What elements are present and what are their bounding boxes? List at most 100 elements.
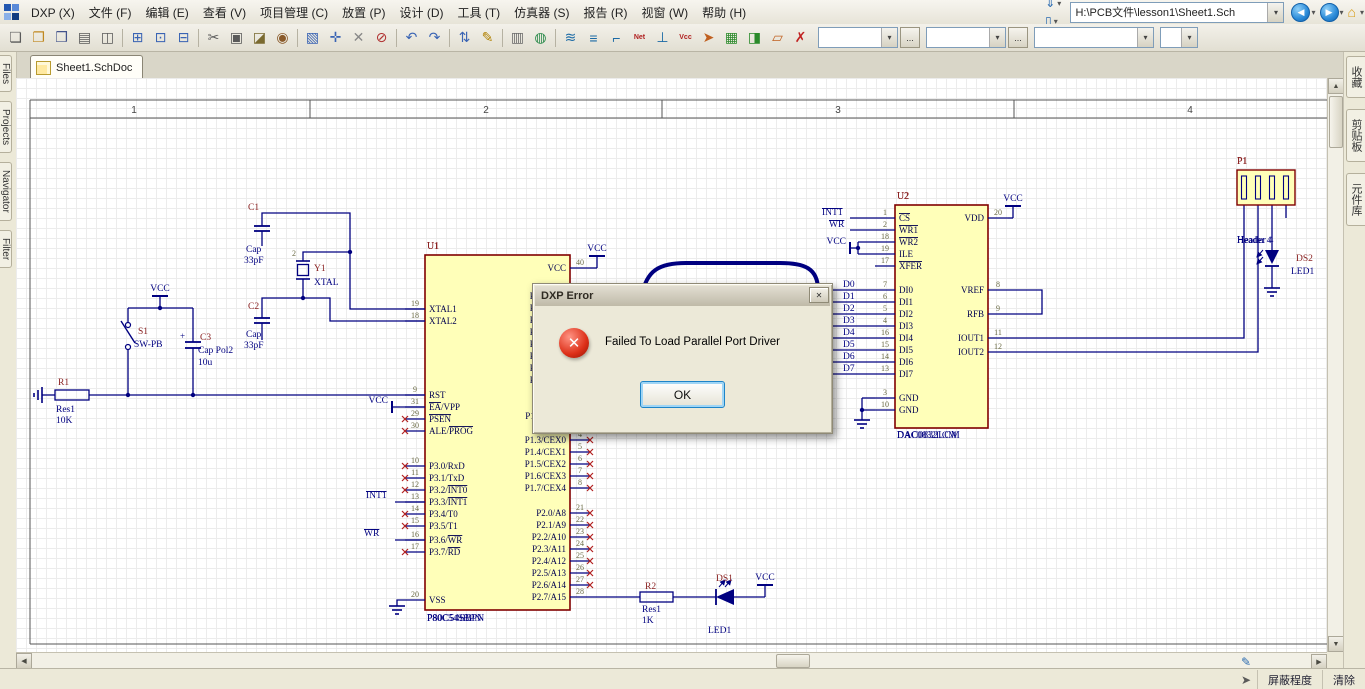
menu-dxp[interactable]: DXP (X) (24, 3, 82, 23)
select-area-icon[interactable]: ▧ (301, 26, 324, 49)
clear-button[interactable]: 清除 (1322, 670, 1365, 689)
svg-text:2: 2 (292, 249, 296, 258)
forward-dropdown-icon[interactable]: ▾ (1340, 8, 1344, 17)
place-net-label-icon[interactable]: Net (628, 26, 651, 49)
mask-edit-icon[interactable]: ✎ (1236, 653, 1256, 671)
place-port-icon[interactable]: ▱ (766, 26, 789, 49)
forward-button[interactable]: ▶ (1320, 3, 1339, 22)
menu-edit[interactable]: 编辑 (E) (138, 3, 195, 23)
help-icon[interactable]: ◍ (529, 26, 552, 49)
menu-reports[interactable]: 报告 (R) (577, 3, 635, 23)
svg-text:P2.2/A10: P2.2/A10 (532, 532, 567, 542)
left-panel-tab-projects[interactable]: Projects (0, 101, 12, 153)
filter-combo-1-browse-button[interactable]: ... (900, 27, 920, 48)
place-sheet-entry-icon[interactable]: ◨ (743, 26, 766, 49)
print-preview-icon[interactable]: ◫ (96, 26, 119, 49)
copy-icon[interactable]: ▣ (225, 26, 248, 49)
chevron-down-icon[interactable]: ▾ (1267, 3, 1283, 22)
filter-combo-1[interactable]: ▾ (818, 27, 898, 48)
rubber-stamp-icon[interactable]: ◉ (271, 26, 294, 49)
place-gnd-power-port-icon[interactable]: ⊥ (651, 26, 674, 49)
cross-probe-icon[interactable]: ✎ (476, 26, 499, 49)
menu-view[interactable]: 查看 (V) (196, 3, 253, 23)
place-part-icon[interactable]: ➤ (697, 26, 720, 49)
menu-window[interactable]: 视窗 (W) (635, 3, 696, 23)
chevron-down-icon[interactable]: ▾ (989, 28, 1005, 47)
menu-file[interactable]: 文件 (F) (82, 3, 139, 23)
chevron-down-icon[interactable]: ▾ (881, 28, 897, 47)
chevron-down-icon[interactable]: ▾ (1181, 28, 1197, 47)
menu-design[interactable]: 设计 (D) (393, 3, 451, 23)
cut-icon[interactable]: ✂ (202, 26, 225, 49)
print-icon[interactable]: ▤ (73, 26, 96, 49)
move-selection-icon[interactable]: ✛ (324, 26, 347, 49)
clear-filter-icon[interactable]: ⊘ (370, 26, 393, 49)
home-icon[interactable]: ⌂ (1348, 4, 1356, 20)
zoom-fit-document-icon[interactable]: ⊞ (126, 26, 149, 49)
scroll-left-icon[interactable]: ◀ (16, 653, 32, 669)
undo-icon[interactable]: ↶ (400, 26, 423, 49)
filter-combo-3[interactable]: ▾ (1034, 27, 1154, 48)
menu-simulator[interactable]: 仿真器 (S) (507, 3, 576, 23)
navigation-toolbar-toggle-icon: ⇓ (1045, 0, 1055, 10)
menu-project[interactable]: 项目管理 (C) (253, 3, 335, 23)
svg-text:RFB: RFB (967, 309, 984, 319)
redo-icon[interactable]: ↷ (423, 26, 446, 49)
back-button[interactable]: ◀ (1291, 3, 1310, 22)
dialog-title-bar[interactable]: DXP Error (535, 286, 830, 306)
place-bus-entry-icon[interactable]: ⌐ (605, 26, 628, 49)
save-document-icon[interactable]: ❒ (50, 26, 73, 49)
right-panel-tab-2[interactable]: 元件库 (1346, 173, 1365, 226)
filter-combo-4[interactable]: ▾ (1160, 27, 1198, 48)
scroll-down-icon[interactable]: ▼ (1328, 636, 1344, 652)
home-dropdown-icon[interactable]: ▾ (1360, 8, 1364, 17)
svg-text:9: 9 (996, 304, 1000, 313)
ok-button[interactable]: OK (640, 381, 725, 408)
menu-help[interactable]: 帮助 (H) (695, 3, 753, 23)
place-wire-icon[interactable]: ≋ (559, 26, 582, 49)
back-dropdown-icon[interactable]: ▾ (1311, 8, 1315, 17)
address-value[interactable]: H:\PCB文件\lesson1\Sheet1.Sch (1071, 4, 1267, 20)
place-no-erc-icon[interactable]: ✗ (789, 26, 812, 49)
tab-sheet1-schdoc[interactable]: Sheet1.SchDoc (30, 55, 143, 79)
left-panel-tab-navigator[interactable]: Navigator (0, 162, 12, 221)
menu-place[interactable]: 放置 (P) (335, 3, 392, 23)
filter-combo-2[interactable]: ▾ (926, 27, 1006, 48)
mask-level-button[interactable]: 屏蔽程度 (1257, 670, 1322, 689)
place-vcc-power-port-icon[interactable]: Vcc (674, 26, 697, 49)
close-icon[interactable]: ✕ (809, 287, 829, 303)
svg-text:D2: D2 (843, 304, 855, 314)
vertical-scrollbar[interactable]: ▲ ▼ (1327, 78, 1344, 652)
hierarchy-up-down-icon[interactable]: ⇅ (453, 26, 476, 49)
svg-text:IOUT1: IOUT1 (958, 333, 984, 343)
svg-text:14: 14 (881, 352, 889, 361)
svg-text:DI5: DI5 (899, 345, 913, 355)
horizontal-scroll-thumb[interactable] (776, 654, 810, 668)
selection-mode-icon[interactable]: ➤ (1236, 671, 1256, 689)
zoom-area-icon[interactable]: ⊡ (149, 26, 172, 49)
left-panel-tab-filter[interactable]: Filter (0, 230, 12, 268)
right-panel-tab-0[interactable]: 收藏 (1346, 56, 1365, 98)
schematic-sheet-icon (36, 61, 51, 75)
chevron-down-icon[interactable]: ▾ (1137, 28, 1153, 47)
svg-text:18: 18 (411, 311, 419, 320)
horizontal-scrollbar[interactable]: ◀ ▶ (16, 652, 1327, 669)
place-sheet-symbol-icon[interactable]: ▦ (720, 26, 743, 49)
paste-icon[interactable]: ◪ (248, 26, 271, 49)
place-bus-icon[interactable]: ≡ (582, 26, 605, 49)
scroll-up-icon[interactable]: ▲ (1328, 78, 1344, 94)
menu-tools[interactable]: 工具 (T) (451, 3, 508, 23)
vertical-scroll-thumb[interactable] (1329, 96, 1343, 148)
navigation-toolbar-toggle[interactable]: ⇓▾ (1042, 0, 1065, 12)
browse-library-icon[interactable]: ▥ (506, 26, 529, 49)
open-document-icon[interactable]: ❐ (27, 26, 50, 49)
deselect-all-icon[interactable]: ✕ (347, 26, 370, 49)
svg-text:4: 4 (883, 316, 887, 325)
left-panel-tab-files[interactable]: Files (0, 55, 12, 92)
new-document-icon[interactable]: ❏ (4, 26, 27, 49)
address-combo[interactable]: H:\PCB文件\lesson1\Sheet1.Sch ▾ (1070, 2, 1284, 23)
filter-combo-2-browse-button[interactable]: ... (1008, 27, 1028, 48)
right-panel-tab-1[interactable]: 剪贴板 (1346, 109, 1365, 162)
zoom-selection-icon[interactable]: ⊟ (172, 26, 195, 49)
chevron-down-icon[interactable]: ▾ (1057, 0, 1061, 8)
